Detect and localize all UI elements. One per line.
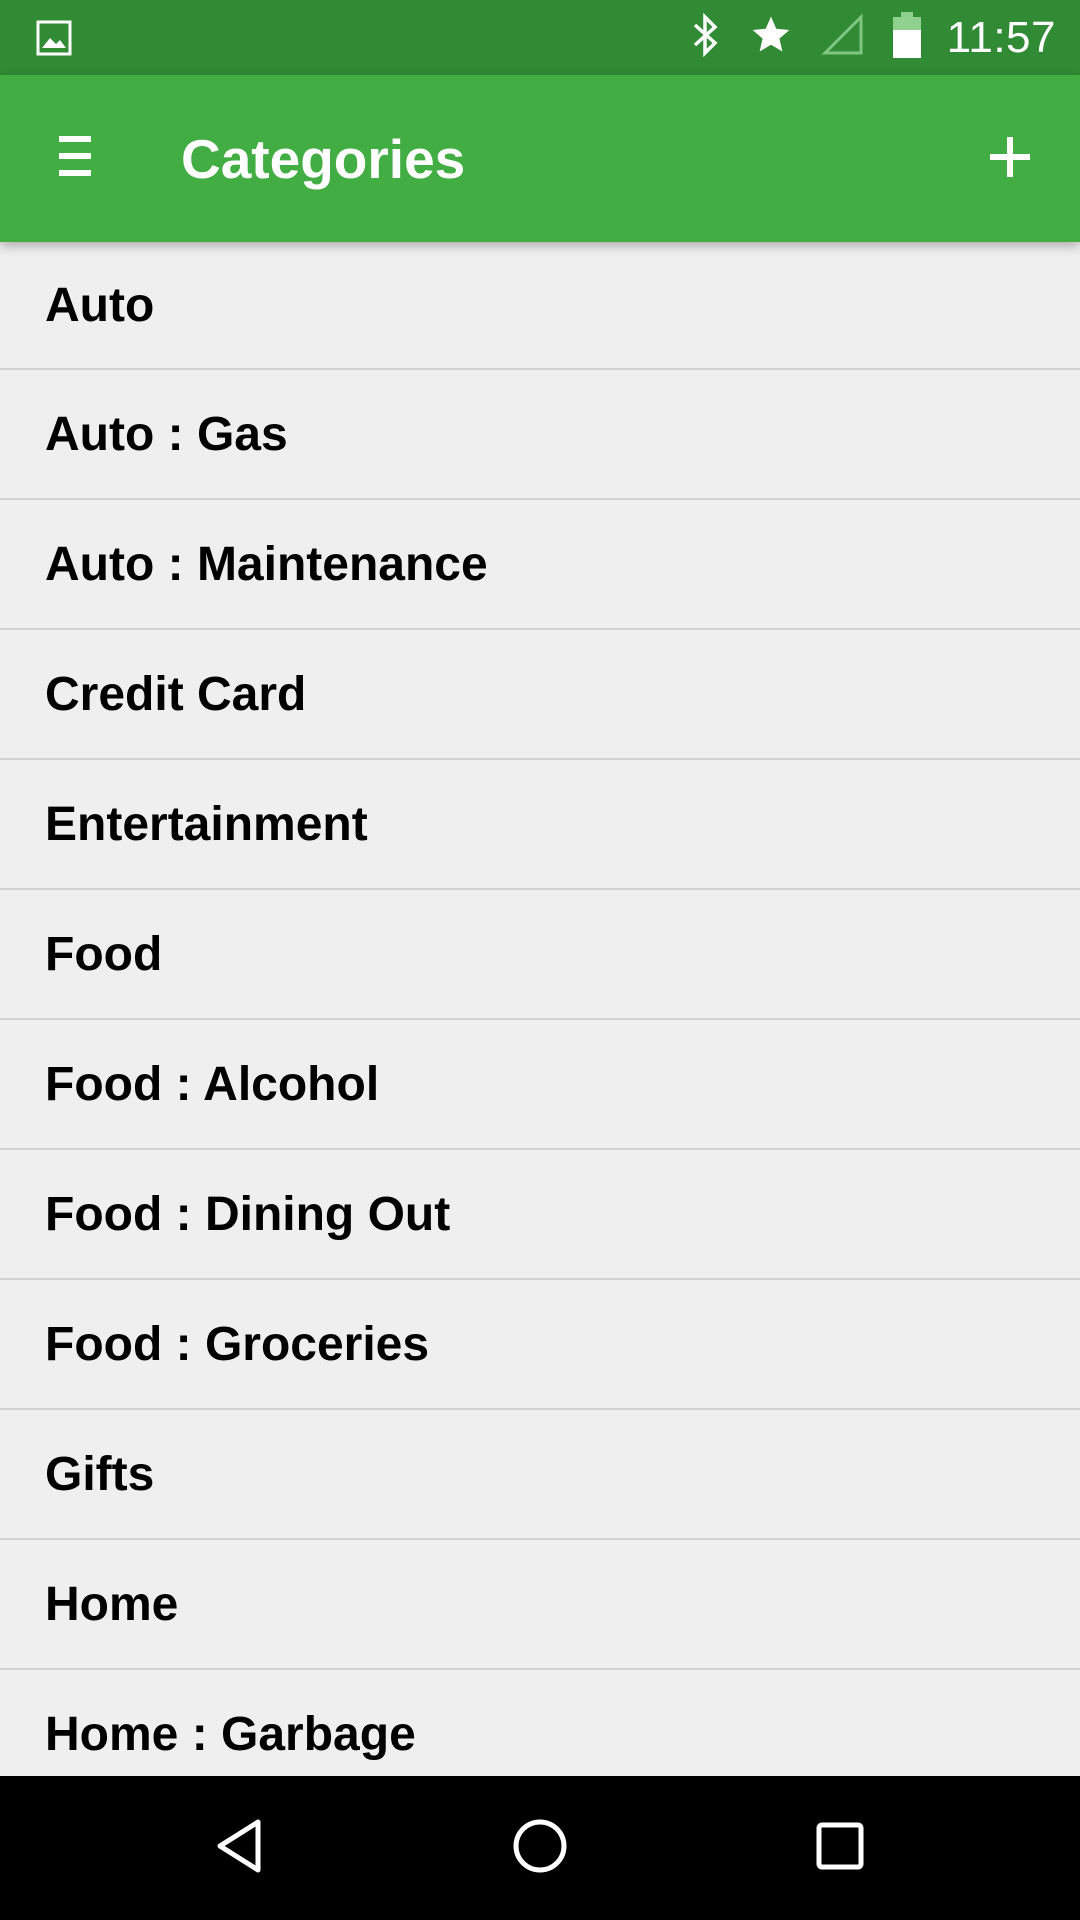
list-item[interactable]: Home [0,1540,1080,1670]
app-bar: Categories [0,75,1080,242]
list-item[interactable]: Food : Dining Out [0,1150,1080,1280]
home-button[interactable] [490,1798,590,1898]
list-item[interactable]: Gifts [0,1410,1080,1540]
list-item[interactable]: Auto : Maintenance [0,500,1080,630]
list-item[interactable]: Home : Garbage [0,1670,1080,1776]
hamburger-menu-icon [59,134,91,183]
recents-button[interactable] [790,1798,890,1898]
list-item[interactable]: Food : Groceries [0,1280,1080,1410]
back-button[interactable] [190,1798,290,1898]
star-icon [721,13,793,62]
navigation-bar [0,1776,1080,1920]
menu-button[interactable] [40,123,110,193]
list-item[interactable]: Auto [0,242,1080,370]
image-notification-icon [36,20,72,61]
battery-icon [865,12,921,63]
list-item[interactable]: Entertainment [0,760,1080,890]
list-item[interactable]: Credit Card [0,630,1080,760]
signal-icon [793,13,865,62]
category-list[interactable]: Auto Auto : Gas Auto : Maintenance Credi… [0,242,1080,1776]
list-item[interactable]: Food [0,890,1080,1020]
back-icon [210,1816,270,1881]
plus-icon [988,135,1032,184]
page-title: Categories [181,127,466,190]
add-category-button[interactable] [970,119,1050,199]
status-clock: 11:57 [946,12,1056,62]
list-item[interactable]: Auto : Gas [0,370,1080,500]
home-icon [510,1816,570,1881]
list-item[interactable]: Food : Alcohol [0,1020,1080,1150]
status-bar: 11:57 [0,0,1080,75]
recents-icon [810,1816,870,1881]
bluetooth-icon [663,12,721,62]
